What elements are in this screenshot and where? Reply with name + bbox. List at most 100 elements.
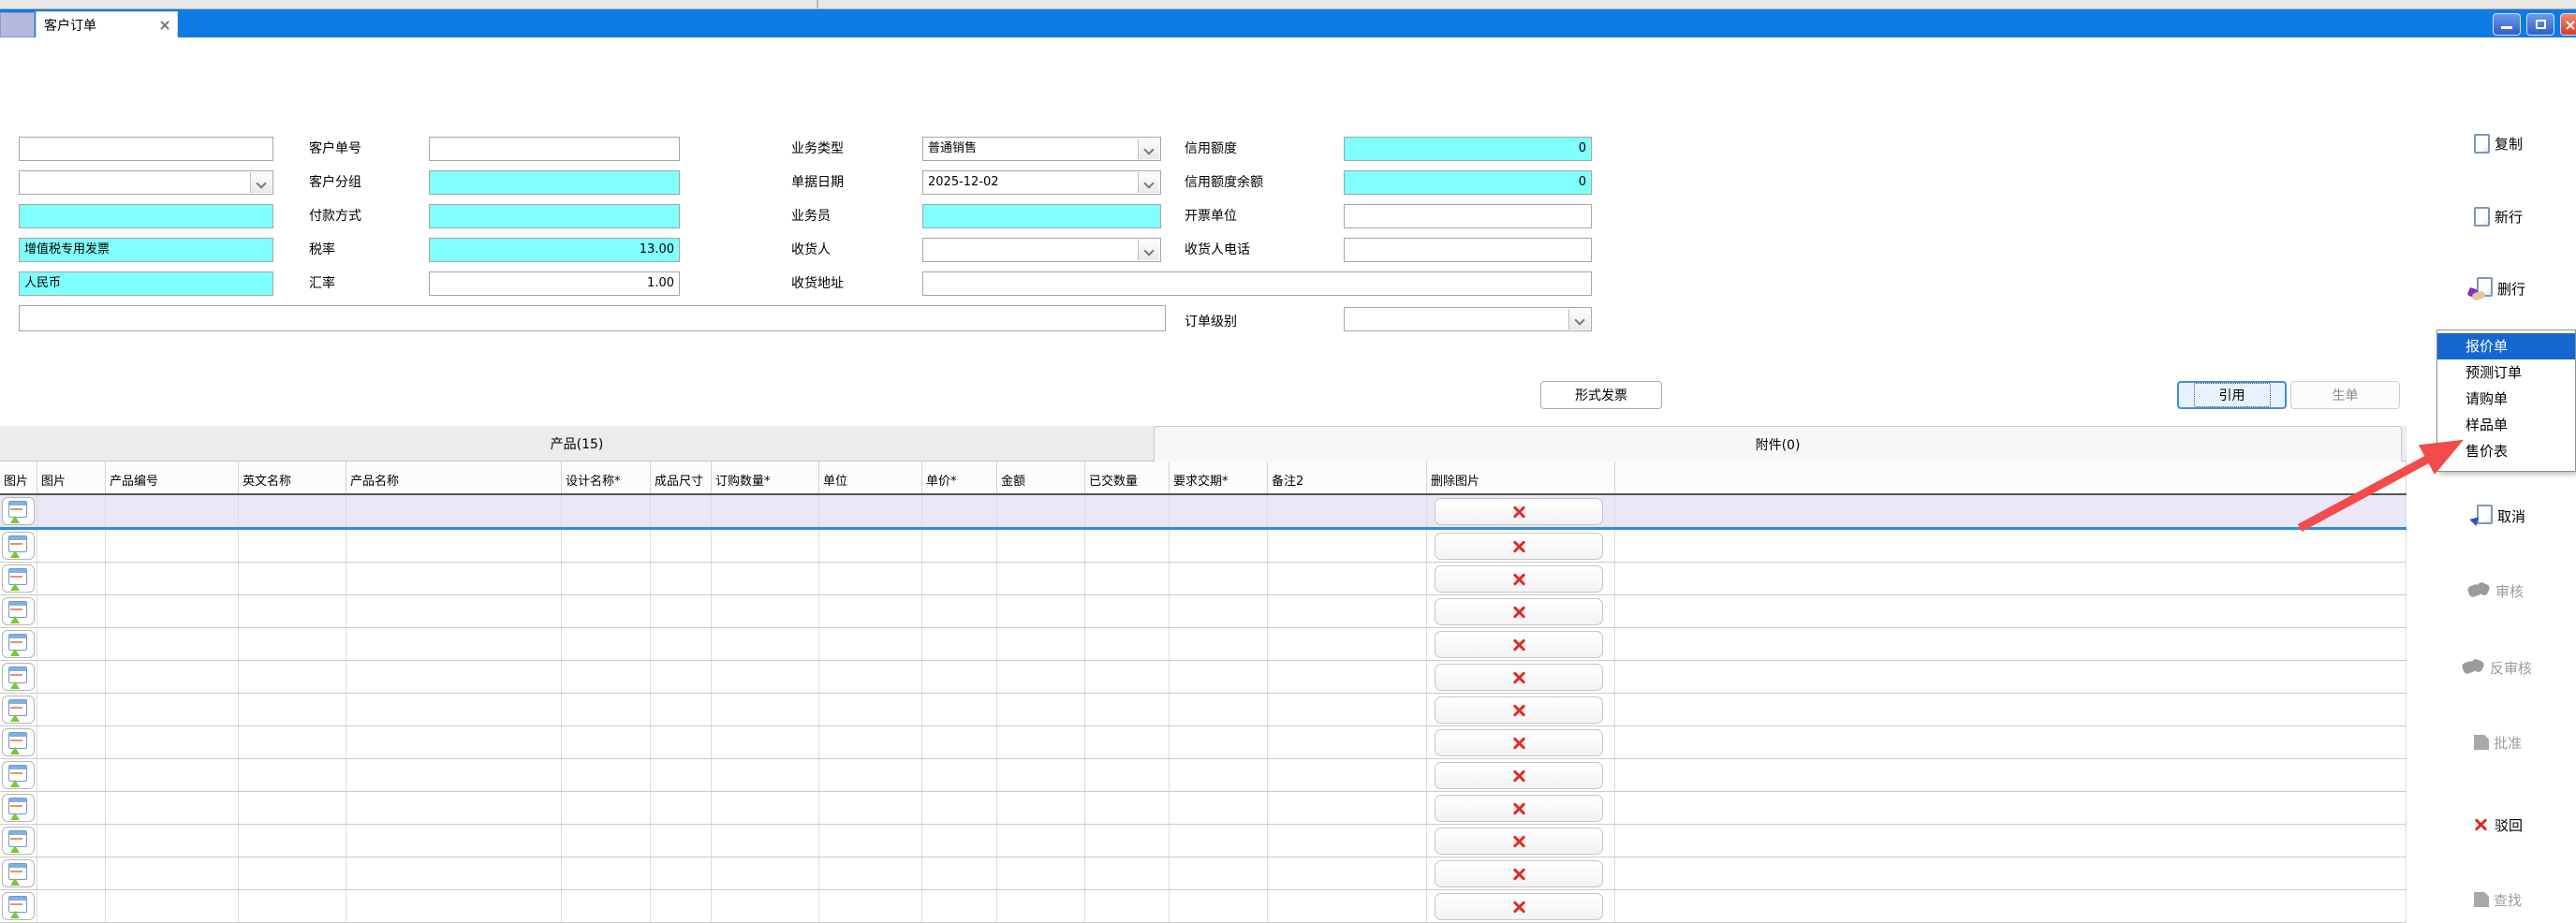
table-cell[interactable] — [1427, 495, 1615, 527]
table-row[interactable] — [0, 628, 2407, 661]
column-header[interactable]: 成品尺寸 — [651, 462, 712, 493]
row-image-upload-button[interactable] — [2, 696, 35, 724]
table-cell[interactable] — [0, 726, 37, 758]
table-cell[interactable] — [1615, 595, 2407, 627]
row-image-upload-button[interactable] — [2, 761, 35, 789]
dropdown-button[interactable] — [250, 172, 272, 193]
table-cell[interactable] — [562, 857, 651, 889]
table-cell[interactable] — [651, 628, 712, 660]
table-cell[interactable] — [651, 759, 712, 791]
table-cell[interactable] — [239, 694, 346, 725]
proforma-invoice-button[interactable]: 形式发票 — [1540, 381, 1662, 409]
table-cell[interactable] — [562, 890, 651, 922]
order-level-select[interactable] — [1344, 307, 1592, 331]
table-cell[interactable] — [651, 694, 712, 725]
reject-button[interactable]: 驳回 — [2474, 813, 2523, 837]
column-header[interactable]: 订购数量* — [712, 462, 819, 493]
table-cell[interactable] — [239, 530, 346, 562]
table-cell[interactable] — [819, 563, 922, 594]
table-row[interactable] — [0, 694, 2407, 726]
table-cell[interactable] — [37, 661, 106, 693]
table-cell[interactable] — [1268, 661, 1427, 693]
tab-attachments[interactable]: 附件(0) — [1154, 426, 2402, 462]
column-header[interactable]: 产品编号 — [106, 462, 239, 493]
table-cell[interactable] — [1615, 628, 2407, 660]
unaudit-button[interactable]: 反审核 — [2463, 655, 2532, 680]
delete-image-button[interactable] — [1435, 565, 1603, 593]
table-cell[interactable] — [37, 530, 106, 562]
table-cell[interactable] — [922, 628, 997, 660]
table-cell[interactable] — [0, 661, 37, 693]
table-cell[interactable] — [712, 792, 819, 824]
delete-image-button[interactable] — [1435, 795, 1603, 822]
table-cell[interactable] — [712, 563, 819, 594]
table-cell[interactable] — [712, 628, 819, 660]
table-cell[interactable] — [106, 857, 239, 889]
table-cell[interactable] — [1085, 857, 1170, 889]
table-cell[interactable] — [819, 495, 922, 527]
table-cell[interactable] — [1268, 563, 1427, 594]
dropdown-button[interactable] — [1568, 309, 1590, 330]
table-cell[interactable] — [1268, 890, 1427, 922]
table-row[interactable] — [0, 857, 2407, 890]
table-cell[interactable] — [1170, 530, 1268, 562]
table-cell[interactable] — [1085, 628, 1170, 660]
column-header[interactable]: 金额 — [997, 462, 1085, 493]
table-cell[interactable] — [819, 759, 922, 791]
table-cell[interactable] — [1427, 530, 1615, 562]
table-cell[interactable] — [1427, 628, 1615, 660]
row-image-upload-button[interactable] — [2, 859, 35, 887]
table-cell[interactable] — [346, 825, 562, 857]
row-image-upload-button[interactable] — [2, 892, 35, 920]
maximize-button[interactable] — [2526, 13, 2554, 36]
table-cell[interactable] — [1615, 563, 2407, 594]
table-cell[interactable] — [819, 694, 922, 725]
table-cell[interactable] — [37, 792, 106, 824]
table-cell[interactable] — [712, 694, 819, 725]
table-cell[interactable] — [1427, 661, 1615, 693]
row-image-upload-button[interactable] — [2, 597, 35, 625]
dropdown-button[interactable] — [1138, 172, 1159, 193]
column-header[interactable]: 设计名称* — [562, 462, 651, 493]
table-cell[interactable] — [712, 530, 819, 562]
table-cell[interactable] — [1268, 726, 1427, 758]
table-cell[interactable] — [37, 694, 106, 725]
table-cell[interactable] — [651, 563, 712, 594]
table-cell[interactable] — [1170, 563, 1268, 594]
column-header[interactable] — [1615, 462, 2407, 493]
table-cell[interactable] — [997, 694, 1085, 725]
credit-limit-field[interactable]: 0 — [1344, 137, 1592, 161]
table-cell[interactable] — [1615, 792, 2407, 824]
table-cell[interactable] — [922, 661, 997, 693]
table-cell[interactable] — [0, 530, 37, 562]
row-image-upload-button[interactable] — [2, 827, 35, 855]
menu-item[interactable]: 报价单 — [2437, 333, 2575, 359]
table-cell[interactable] — [346, 890, 562, 922]
table-cell[interactable] — [819, 530, 922, 562]
table-cell[interactable] — [1268, 595, 1427, 627]
audit-button[interactable]: 审核 — [2468, 579, 2524, 603]
consignee-select[interactable] — [922, 238, 1161, 262]
delete-image-button[interactable] — [1435, 762, 1603, 789]
table-row[interactable] — [0, 726, 2407, 759]
table-cell[interactable] — [1170, 890, 1268, 922]
table-cell[interactable] — [1615, 694, 2407, 725]
table-cell[interactable] — [1085, 495, 1170, 527]
table-cell[interactable] — [562, 628, 651, 660]
table-cell[interactable] — [562, 530, 651, 562]
table-cell[interactable] — [997, 495, 1085, 527]
table-cell[interactable] — [37, 628, 106, 660]
table-cell[interactable] — [37, 890, 106, 922]
table-row[interactable] — [0, 495, 2407, 530]
table-cell[interactable] — [37, 595, 106, 627]
table-cell[interactable] — [106, 530, 239, 562]
table-cell[interactable] — [562, 595, 651, 627]
row-image-upload-button[interactable] — [2, 497, 35, 525]
table-cell[interactable] — [712, 595, 819, 627]
reference-button[interactable]: 引用 — [2177, 381, 2287, 409]
table-cell[interactable] — [1085, 595, 1170, 627]
column-header[interactable]: 要求交期* — [1170, 462, 1268, 493]
invoice-type-field[interactable]: 增值税专用发票 — [19, 238, 273, 262]
table-cell[interactable] — [1427, 792, 1615, 824]
table-cell[interactable] — [1427, 759, 1615, 791]
